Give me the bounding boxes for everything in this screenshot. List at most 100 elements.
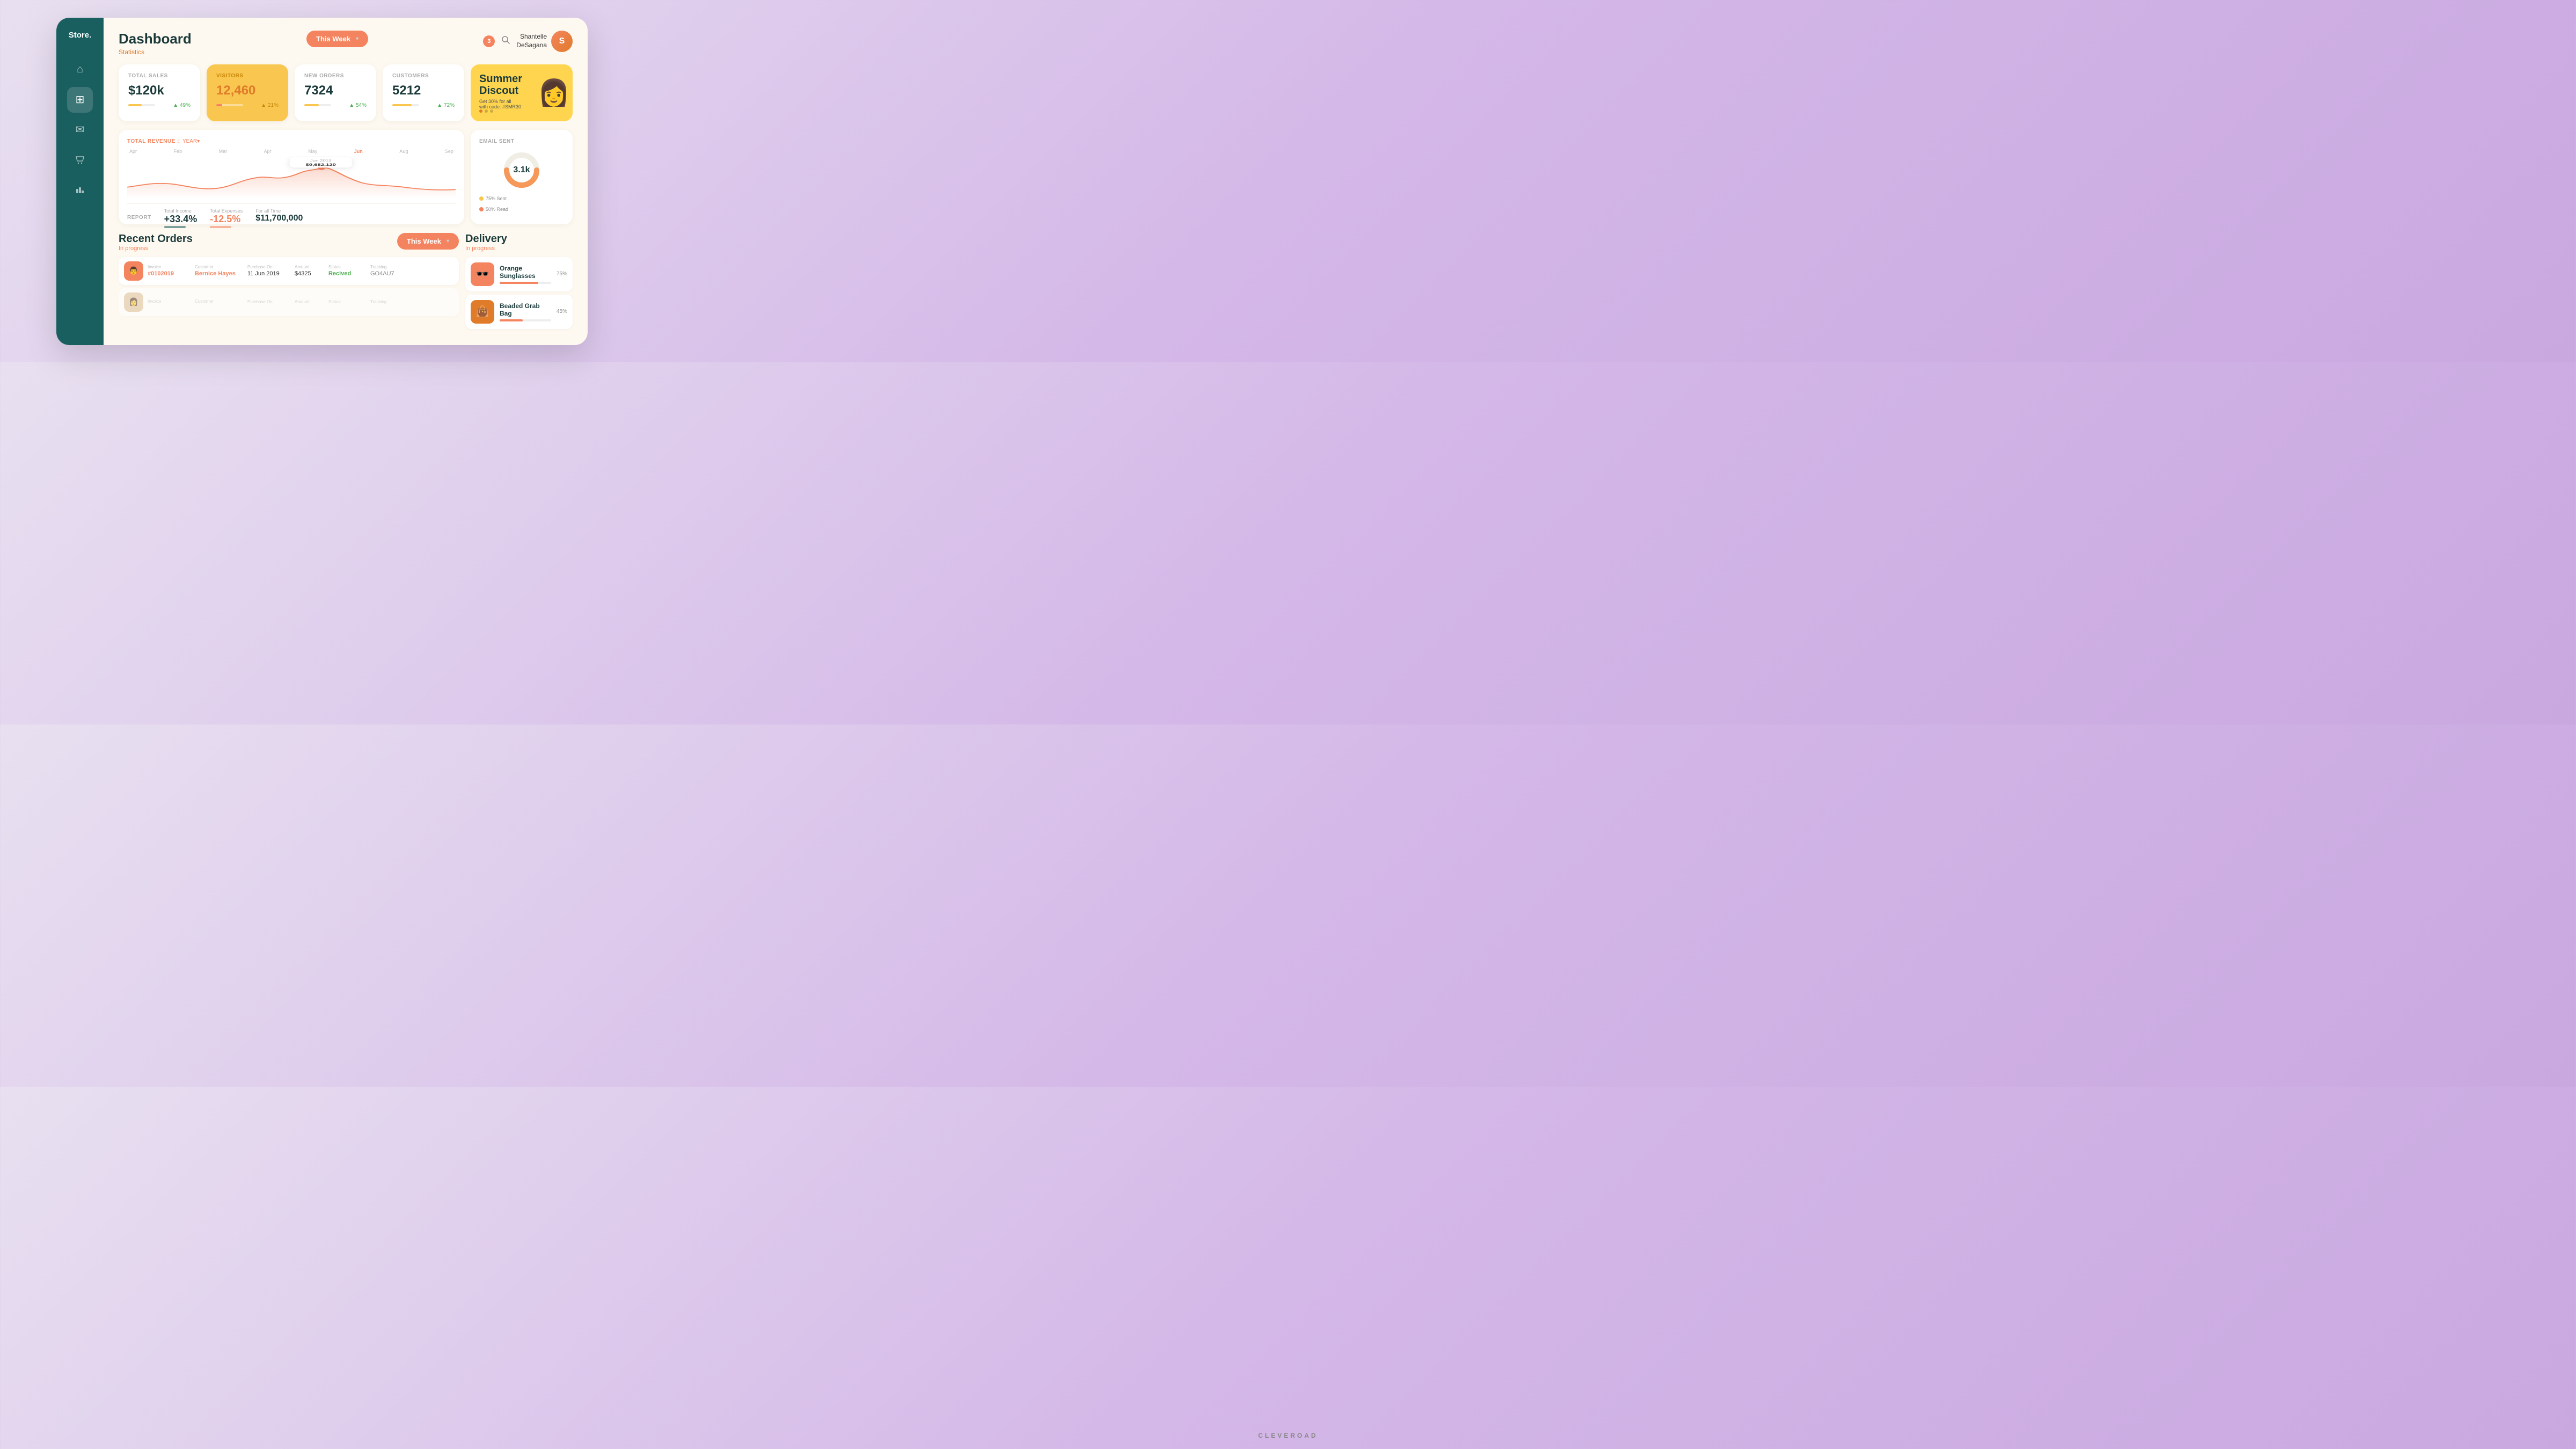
orders-title: Recent Orders <box>119 233 193 245</box>
report-expenses-value: -12.5% <box>210 214 243 225</box>
stat-card-new-orders: NEW ORDERS 7324 ▲ 54% <box>295 64 376 121</box>
stat-bar <box>216 104 243 106</box>
header-center: This Week ▾ <box>306 31 368 47</box>
report-income-bar <box>164 226 186 228</box>
stats-row: TOTAL SALES $120k ▲ 49% VISITORS 12,460 <box>119 64 573 121</box>
delivery-section: Delivery In progress 🕶️ Orange Sunglasse… <box>465 233 573 332</box>
email-card: EMAIL SENT 3.1k 75% Sent <box>471 130 573 224</box>
stat-footer: ▲ 54% <box>304 103 367 108</box>
promo-dot[interactable] <box>490 109 493 113</box>
delivery-img: 👜 <box>471 300 494 324</box>
order-purchase: Purchase On 11 Jun 2019 <box>247 265 290 277</box>
stat-change: ▲ 72% <box>437 103 455 108</box>
stat-bar-fill <box>128 104 142 106</box>
delivery-bar-fill <box>500 319 523 321</box>
stat-label: CUSTOMERS <box>392 73 455 79</box>
chevron-down-icon: ▾ <box>447 238 449 244</box>
delivery-pct: 75% <box>557 271 567 277</box>
chevron-down-icon: ▾ <box>356 36 358 42</box>
sidebar-item-dashboard[interactable]: ⊞ <box>67 87 93 113</box>
stat-change: ▲ 21% <box>261 103 279 108</box>
chart-tooltip-value: $9,682,120 <box>306 163 336 166</box>
orders-header: Recent Orders In progress This Week ▾ <box>119 233 459 252</box>
sidebar-item-mail[interactable]: ✉ <box>67 117 93 143</box>
chart-months: Apr Feb Mar Apr May Jun Aug Sep <box>127 149 456 154</box>
stat-card-customers: CUSTOMERS 5212 ▲ 72% <box>383 64 464 121</box>
table-row: 👩 Invoice Customer Purchase On Amount <box>119 288 459 316</box>
stat-card-total-sales: TOTAL SALES $120k ▲ 49% <box>119 64 200 121</box>
report-section: REPORT Total Income +33.4% Total Expense… <box>127 203 456 228</box>
main-content: Dashboard Statistics This Week ▾ 3 <box>104 18 588 345</box>
legend-dot-read <box>479 207 484 211</box>
legend-dot-sent <box>479 196 484 201</box>
order-avatar: 👨 <box>124 261 143 281</box>
delivery-progress-bar <box>500 319 551 321</box>
promo-dot[interactable] <box>485 109 488 113</box>
chart-title: TOTAL REVENUE : <box>127 138 179 144</box>
order-avatar: 👩 <box>124 292 143 312</box>
order-tracking: Tracking GO4AU7 <box>370 265 453 277</box>
email-card-title: EMAIL SENT <box>479 138 514 144</box>
delivery-name: Orange Sunglasses <box>500 265 551 280</box>
order-tracking: Tracking <box>370 299 453 304</box>
user-info: Shantelle DeSagana S <box>516 31 573 52</box>
donut-container: 3.1k <box>500 149 543 192</box>
chart-svg: Jun 2019 $9,682,120 <box>127 156 456 199</box>
chart-tooltip-date: Jun 2019 <box>310 158 332 162</box>
sidebar-logo: Store. <box>69 31 92 40</box>
report-alltime-value: $11,700,000 <box>255 214 303 223</box>
order-invoice: Invoice <box>148 299 191 305</box>
chart-card: TOTAL REVENUE : YEAR ▾ Apr Feb Mar Apr M… <box>119 130 464 224</box>
order-purchase: Purchase On <box>247 299 290 304</box>
report-expenses-bar <box>210 226 231 228</box>
stat-label: NEW ORDERS <box>304 73 367 79</box>
chart-area: Jun 2019 $9,682,120 <box>127 156 456 199</box>
sidebar-item-home[interactable]: ⌂ <box>67 57 93 83</box>
legend-item-read: 50% Read <box>479 207 508 212</box>
report-income: Total Income +33.4% <box>164 208 197 228</box>
delivery-info: Orange Sunglasses <box>500 265 551 284</box>
report-income-label: Total Income <box>164 208 197 214</box>
chart-year-button[interactable]: YEAR ▾ <box>182 138 200 144</box>
promo-figure: 👩 <box>530 64 573 121</box>
delivery-title: Delivery <box>465 233 507 245</box>
stat-bar-fill <box>392 104 412 106</box>
stat-value: 5212 <box>392 83 455 98</box>
promo-dot[interactable] <box>479 109 482 113</box>
bottom-row: Recent Orders In progress This Week ▾ 👨 … <box>119 233 573 332</box>
search-icon[interactable] <box>501 35 510 47</box>
delivery-name: Beaded Grab Bag <box>500 302 551 317</box>
stat-bar-fill <box>216 104 222 106</box>
sidebar-item-analytics[interactable] <box>67 177 93 203</box>
order-amount: Amount $4325 <box>295 265 324 277</box>
order-status: Status Recived <box>328 265 366 277</box>
order-invoice: Invoice #0102019 <box>148 265 191 277</box>
page-title: Dashboard <box>119 31 192 47</box>
report-expenses: Total Expenses -12.5% <box>210 208 243 228</box>
app-container: Store. ⌂ ⊞ ✉ <box>56 18 588 345</box>
avatar[interactable]: S <box>551 31 573 52</box>
sidebar-item-cart[interactable] <box>67 147 93 173</box>
sidebar: Store. ⌂ ⊞ ✉ <box>56 18 104 345</box>
stat-bar <box>128 104 155 106</box>
list-item: 👜 Beaded Grab Bag 45% <box>465 295 573 329</box>
stat-value: 12,460 <box>216 83 279 98</box>
order-customer: Customer <box>195 299 243 305</box>
orders-section: Recent Orders In progress This Week ▾ 👨 … <box>119 233 459 332</box>
report-income-value: +33.4% <box>164 214 197 225</box>
report-expenses-label: Total Expenses <box>210 208 243 214</box>
table-row: 👨 Invoice #0102019 Customer Bernice Haye… <box>119 257 459 285</box>
stat-change: ▲ 49% <box>173 103 191 108</box>
user-name: Shantelle DeSagana <box>516 33 547 49</box>
order-amount: Amount <box>295 299 324 304</box>
this-week-button[interactable]: This Week ▾ <box>306 31 368 47</box>
middle-row: TOTAL REVENUE : YEAR ▾ Apr Feb Mar Apr M… <box>119 130 573 224</box>
legend-item-sent: 75% Sent <box>479 196 508 201</box>
report-alltime-label: For all Time <box>255 208 303 214</box>
stat-footer: ▲ 21% <box>216 103 279 108</box>
legend-label-sent: 75% Sent <box>486 196 507 201</box>
header-right: 3 Shantelle DeSagana S <box>483 31 573 52</box>
notification-badge[interactable]: 3 <box>483 35 495 47</box>
orders-this-week-button[interactable]: This Week ▾ <box>397 233 459 250</box>
report-alltime: For all Time $11,700,000 <box>255 208 303 228</box>
